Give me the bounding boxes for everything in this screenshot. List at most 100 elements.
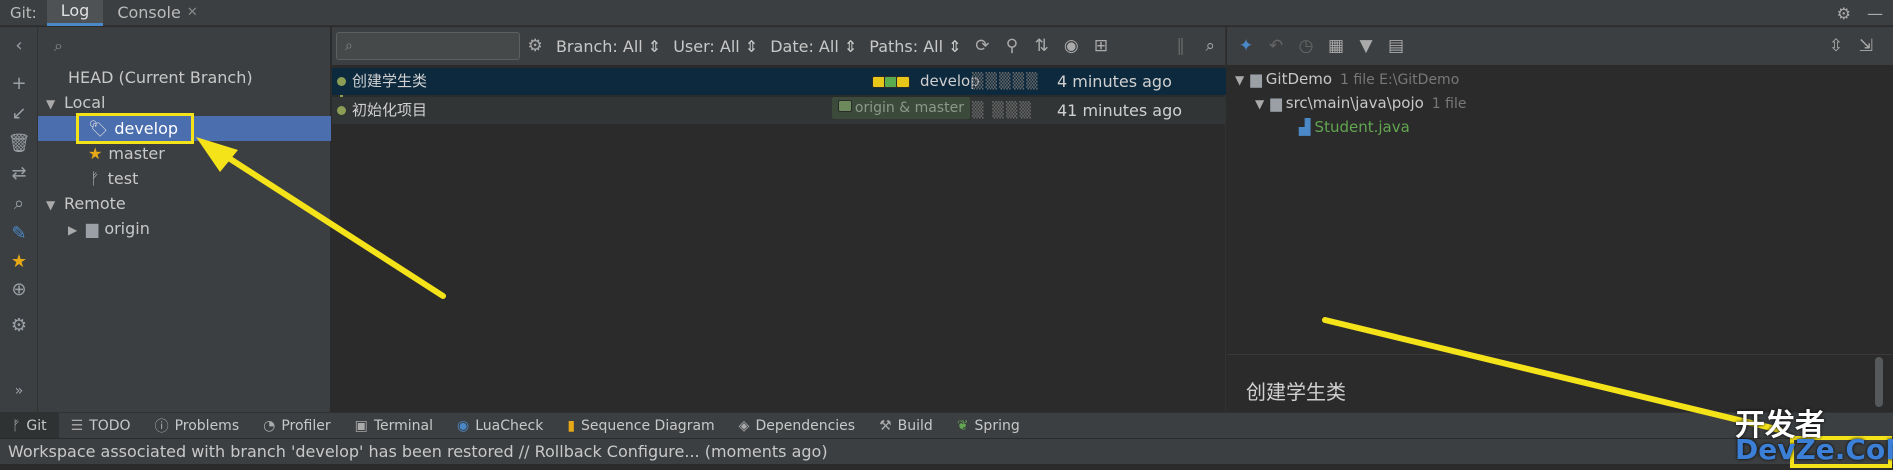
root-meta: 1 file E:\GitDemo xyxy=(1340,72,1460,88)
history-icon[interactable]: ◷ xyxy=(1291,36,1321,56)
star-icon[interactable]: ★ xyxy=(0,251,38,272)
remote-name: origin xyxy=(104,219,150,238)
layers-icon: ◈ xyxy=(738,417,750,434)
tool-sequence-diagram[interactable]: ▮ Sequence Diagram xyxy=(555,413,726,439)
tool-label: TODO xyxy=(89,417,131,434)
chevron-down-icon[interactable]: ▼ xyxy=(46,92,64,117)
details-file[interactable]: ▟ Student.java xyxy=(1299,115,1410,139)
commit-time: 41 minutes ago xyxy=(1057,101,1183,120)
scrollbar[interactable] xyxy=(1875,357,1883,407)
expand-all-icon[interactable]: ⇳ xyxy=(1821,36,1851,56)
tree-remote-group[interactable]: ▼ Remote xyxy=(46,191,126,216)
cherry-pick-icon[interactable]: ⚲ xyxy=(997,36,1027,56)
tab-console[interactable]: Console ✕ xyxy=(103,0,211,26)
author-redacted: ▒▒▒▒▒ xyxy=(972,72,1040,90)
left-tool-strip: ‹ + ↙ 🗑 ⇄ ⌕ ✎ ★ ⊕ ⚙ » xyxy=(0,27,38,412)
details-folder[interactable]: ▼ ▆ src\main\java\pojo 1 file xyxy=(1255,91,1466,115)
gear-icon[interactable]: ⚙ xyxy=(520,36,550,56)
close-icon[interactable]: ✕ xyxy=(187,0,198,26)
commit-refs: develop xyxy=(872,68,980,95)
revert-icon[interactable]: ↶ xyxy=(1261,36,1291,56)
folder-icon: ▆ xyxy=(1250,70,1262,88)
commit-node xyxy=(337,77,346,86)
tool-label: LuaCheck xyxy=(475,417,544,434)
filter-branch[interactable]: Branch: All ⇕ xyxy=(550,37,667,56)
tool-problems[interactable]: ⓘ Problems xyxy=(143,413,252,439)
chevron-down-icon[interactable]: ▼ xyxy=(1255,97,1264,111)
target-icon[interactable]: ⊕ xyxy=(0,279,38,300)
search-icon[interactable]: ⌕ xyxy=(1195,36,1225,56)
commit-row[interactable]: 初始化项目 origin & master ▒ ▒▒▒ 41 minutes a… xyxy=(332,97,1226,124)
minimize-icon[interactable]: — xyxy=(1867,4,1883,23)
tab-log[interactable]: Log xyxy=(46,0,104,26)
sort-icon[interactable]: ⇅ xyxy=(1027,36,1057,56)
status-text: Workspace associated with branch 'develo… xyxy=(8,442,828,461)
plus-icon[interactable]: + xyxy=(0,73,38,94)
tool-spring[interactable]: ❦ Spring xyxy=(945,413,1032,439)
ref-badge: origin & master xyxy=(832,97,970,119)
tree-remote-origin[interactable]: ▶ ▆ origin xyxy=(68,216,150,241)
folder-name: src\main\java\pojo xyxy=(1285,94,1424,112)
new-tab-icon[interactable]: ⊞ xyxy=(1086,36,1116,56)
tool-todo[interactable]: ☰ TODO xyxy=(59,413,143,439)
branch-icon: ᚠ xyxy=(90,169,100,188)
group-icon[interactable]: ▦ xyxy=(1321,36,1351,56)
filter-icon[interactable]: ▼ xyxy=(1351,36,1381,56)
tool-build[interactable]: ⚒ Build xyxy=(867,413,945,439)
chevron-left-icon[interactable]: ‹ xyxy=(0,35,38,56)
tool-terminal[interactable]: ▣ Terminal xyxy=(343,413,445,439)
commit-row[interactable]: 创建学生类 develop ▒▒▒▒▒ 4 minutes ago xyxy=(332,68,1226,95)
commit-message: 创建学生类 xyxy=(352,72,428,90)
layout-icon[interactable]: ▤ xyxy=(1381,36,1411,56)
tool-profiler[interactable]: ◔ Profiler xyxy=(251,413,343,439)
folder-meta: 1 file xyxy=(1431,96,1467,112)
pause-icon[interactable]: ‖ xyxy=(1166,36,1196,56)
log-toolbar: ⌕ ⚙ Branch: All ⇕ User: All ⇕ Date: All … xyxy=(332,27,1225,65)
filter-date-label: Date: All xyxy=(770,36,839,56)
tool-label: Problems xyxy=(174,417,240,434)
compare-icon[interactable]: ⇄ xyxy=(0,163,38,184)
branch-name: master xyxy=(108,144,165,163)
branch-search[interactable]: ⌕ xyxy=(38,27,330,65)
file-name: Student.java xyxy=(1314,118,1410,136)
edit-icon[interactable]: ✎ xyxy=(0,223,38,244)
tree-branch-master[interactable]: ★ master xyxy=(88,141,165,166)
tool-dependencies[interactable]: ◈ Dependencies xyxy=(727,413,867,439)
folder-icon: ▆ xyxy=(86,219,99,238)
chevron-right-icon[interactable]: ▶ xyxy=(68,218,86,243)
author-redacted: ▒ ▒▒▒ xyxy=(972,101,1033,119)
tree-branch-test[interactable]: ᚠ test xyxy=(90,166,138,191)
tree-local-group[interactable]: ▼ Local xyxy=(46,90,105,115)
eye-icon[interactable]: ◉ xyxy=(1056,36,1086,56)
commit-message: 初始化项目 xyxy=(352,101,428,119)
tool-git[interactable]: ᚠ Git xyxy=(0,412,59,439)
refresh-icon[interactable]: ⟳ xyxy=(968,36,998,56)
chevron-down-icon[interactable]: ▼ xyxy=(1235,73,1244,87)
tool-label: Build xyxy=(897,417,933,434)
tool-label: Git xyxy=(26,417,47,434)
filter-date[interactable]: Date: All ⇕ xyxy=(764,37,863,56)
search-icon: ⌕ xyxy=(54,36,63,55)
terminal-icon: ▣ xyxy=(354,417,368,434)
tool-label: Spring xyxy=(974,417,1020,434)
details-root[interactable]: ▼ ▆ GitDemo 1 file E:\GitDemo xyxy=(1235,67,1459,91)
tool-window-title: Git: xyxy=(10,3,37,22)
tool-window-header: Git: Log Console ✕ ⚙ — xyxy=(0,0,1893,26)
chevron-down-icon[interactable]: ▼ xyxy=(46,193,64,218)
collapse-all-icon[interactable]: ⇲ xyxy=(1851,36,1881,56)
checkout-icon[interactable]: ↙ xyxy=(0,103,38,124)
commit-refs: origin & master xyxy=(832,97,970,119)
delete-icon[interactable]: 🗑 xyxy=(0,133,38,154)
more-icon[interactable]: » xyxy=(0,383,38,399)
diff-icon[interactable]: ✦ xyxy=(1231,36,1261,56)
search-icon[interactable]: ⌕ xyxy=(0,193,38,214)
settings-icon[interactable]: ⚙ xyxy=(0,315,38,336)
gear-icon[interactable]: ⚙ xyxy=(1837,4,1851,23)
info-icon: ⓘ xyxy=(154,418,169,435)
log-search-input[interactable]: ⌕ xyxy=(336,32,521,60)
tool-luacheck[interactable]: ◉ LuaCheck xyxy=(445,413,555,439)
filter-user[interactable]: User: All ⇕ xyxy=(667,37,764,56)
hammer-icon: ⚒ xyxy=(879,417,892,434)
tree-head[interactable]: HEAD (Current Branch) xyxy=(68,65,253,90)
filter-paths[interactable]: Paths: All ⇕ xyxy=(863,37,967,56)
